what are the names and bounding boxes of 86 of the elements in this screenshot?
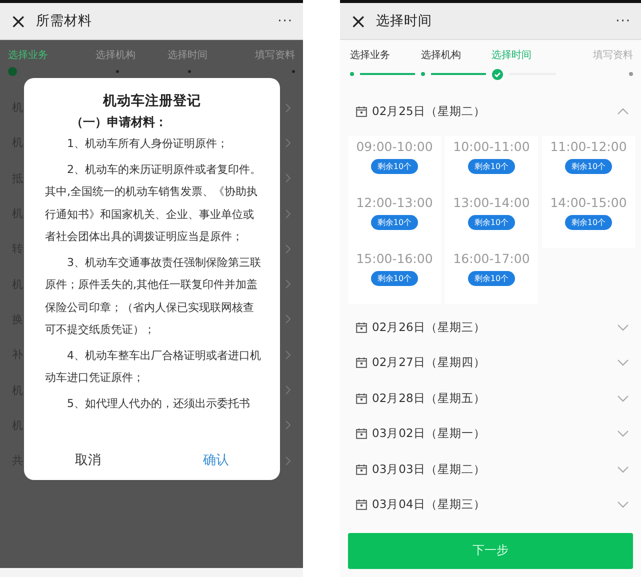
calendar-icon [356, 464, 367, 475]
chevron-right-icon [285, 208, 291, 219]
requirement-paragraph: 5、如代理人代办的，还须出示委托书 [66, 396, 251, 412]
chevron-right-icon [285, 279, 291, 290]
date-row[interactable]: 02月28日（星期五） [340, 380, 641, 416]
page-title: 选择时间 [376, 12, 433, 30]
date-label: 02月28日（星期五） [372, 390, 486, 406]
step-label: 填写资料 [255, 48, 295, 62]
dialog-title: 机动车注册登记 [102, 92, 202, 110]
date-label: 03月02日（星期一） [372, 426, 486, 442]
chevron-right-icon [285, 102, 291, 113]
date-row[interactable]: 03月04日（星期三） [340, 487, 641, 522]
dialog-subtitle: （一）申请材料： [70, 114, 168, 131]
time-range: 09:00-10:00 [356, 138, 433, 154]
confirm-button[interactable]: 确认 [152, 440, 280, 480]
requirement-paragraph: 1、机动车所有人身份证明原件； [66, 136, 229, 152]
chevron-down-icon [617, 501, 629, 508]
calendar-icon [356, 106, 367, 118]
chevron-right-icon [285, 138, 291, 148]
chevron-right-icon [285, 244, 291, 254]
cancel-button[interactable]: 取消 [24, 440, 152, 480]
time-slot[interactable]: 16:00-17:00 剩余10个 [445, 248, 538, 304]
time-slot[interactable]: 13:00-14:00 剩余10个 [445, 192, 538, 248]
more-button[interactable]: ··· [616, 14, 631, 28]
date-label: 02月25日（星期二） [372, 104, 486, 120]
remaining-badge: 剩余10个 [371, 158, 418, 174]
time-slot[interactable]: 10:00-11:00 剩余10个 [445, 136, 538, 192]
time-range: 14:00-15:00 [550, 194, 627, 210]
remaining-badge: 剩余10个 [565, 214, 612, 230]
time-range: 12:00-13:00 [356, 194, 433, 210]
time-range: 13:00-14:00 [453, 194, 530, 210]
remaining-badge: 剩余10个 [468, 214, 515, 230]
time-slot[interactable]: 15:00-16:00 剩余10个 [348, 248, 441, 304]
time-slot[interactable]: 14:00-15:00 剩余10个 [542, 192, 635, 248]
calendar-icon [356, 428, 367, 440]
chevron-right-icon [285, 350, 291, 360]
more-button[interactable]: ··· [278, 14, 293, 28]
remaining-badge: 剩余10个 [468, 270, 515, 286]
step-label: 选择机构 [96, 48, 136, 62]
chevron-right-icon [285, 314, 291, 324]
date-row[interactable]: 03月03日（星期二） [340, 452, 641, 487]
date-row[interactable]: 02月27日（星期四） [340, 345, 641, 380]
date-row[interactable]: 02月26日（星期三） [340, 310, 641, 345]
step-label: 选择时间 [167, 48, 208, 62]
chevron-right-icon [285, 456, 291, 466]
chevron-right-icon [285, 173, 291, 184]
remaining-badge: 剩余10个 [565, 158, 612, 174]
date-row[interactable]: 02月25日（星期二） [340, 94, 641, 130]
page-title: 所需材料 [36, 12, 93, 30]
calendar-icon [356, 499, 367, 510]
time-range: 16:00-17:00 [453, 250, 530, 266]
time-range: 11:00-12:00 [550, 138, 627, 154]
time-slot[interactable]: 12:00-13:00 剩余10个 [348, 192, 441, 248]
calendar-icon [356, 392, 367, 404]
time-range: 15:00-16:00 [356, 250, 433, 266]
time-slot[interactable]: 09:00-10:00 剩余10个 [348, 136, 441, 192]
date-label: 03月03日（星期二） [372, 462, 486, 477]
chevron-down-icon [617, 394, 629, 402]
requirement-paragraph: 2、机动车的来历证明原件或者复印件。其中,全国统一的机动车销售发票、《协助执行通知书》和国家机关、企业、事业单位或者社会团体出具的调拨证明应当是原件； [45, 162, 261, 245]
time-slot[interactable]: 11:00-12:00 剩余10个 [542, 136, 635, 192]
requirement-paragraph: 4、机动车整车出厂合格证明或者进口机动车进口凭证原件； [45, 348, 261, 386]
remaining-badge: 剩余10个 [468, 158, 515, 174]
step-label: 选择时间 [492, 48, 532, 62]
step-label: 选择业务 [350, 48, 391, 62]
chevron-right-icon [285, 420, 291, 430]
calendar-icon [356, 322, 367, 333]
chevron-up-icon [617, 108, 629, 116]
step-label: 选择机构 [420, 48, 462, 62]
chevron-down-icon [617, 466, 629, 473]
date-label: 02月26日（星期三） [372, 320, 486, 335]
date-row[interactable]: 03月02日（星期一） [340, 416, 641, 452]
calendar-icon [356, 357, 367, 368]
step-label: 填写资料 [593, 48, 633, 62]
date-label: 02月27日（星期四） [372, 355, 486, 370]
step-label: 选择业务 [8, 48, 49, 62]
close-button[interactable]: × [350, 11, 372, 31]
remaining-badge: 剩余10个 [371, 270, 418, 286]
chevron-down-icon [617, 359, 629, 366]
close-button[interactable]: × [10, 11, 32, 31]
chevron-right-icon [285, 385, 291, 396]
date-label: 03月04日（星期三） [372, 497, 486, 512]
remaining-badge: 剩余10个 [371, 214, 418, 230]
time-range: 10:00-11:00 [453, 138, 530, 154]
chevron-down-icon [617, 324, 629, 331]
requirement-paragraph: 3、机动车交通事故责任强制保险第三联原件；原件丢失的,其他任一联复印件并加盖保险公司印章；（省内人保已实现联网核查可不提交纸质凭证）； [45, 254, 261, 338]
chevron-down-icon [617, 430, 629, 438]
